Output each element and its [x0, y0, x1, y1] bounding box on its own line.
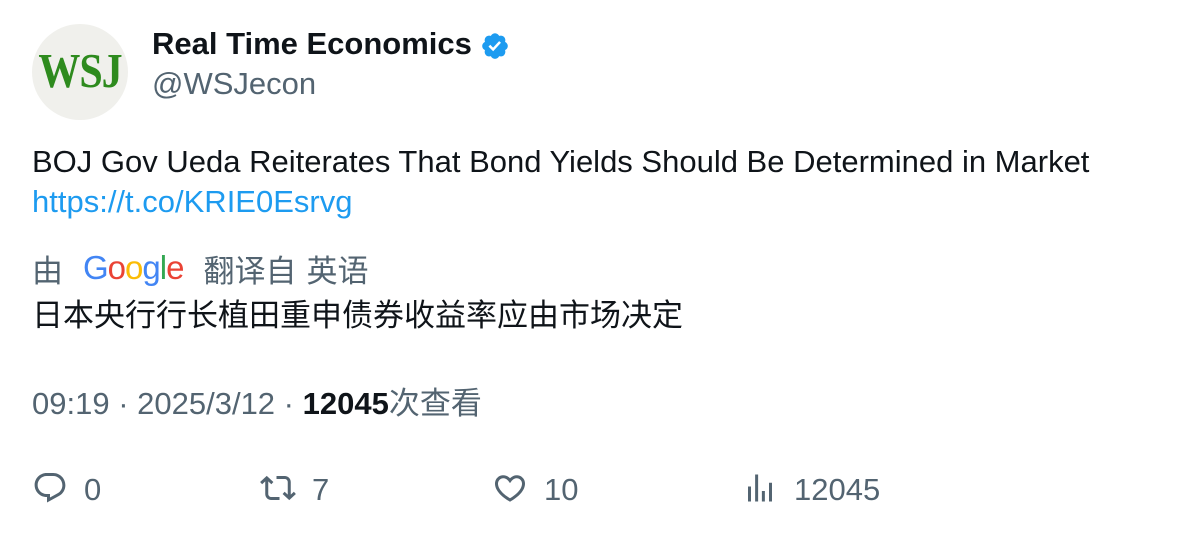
- avatar[interactable]: WSJ: [32, 24, 128, 120]
- google-logo[interactable]: Google: [83, 249, 184, 287]
- author-names: Real Time Economics @WSJecon: [152, 26, 510, 102]
- tweet-text-main: BOJ Gov Ueda Reiterates That Bond Yields…: [32, 144, 1090, 179]
- handle[interactable]: @WSJecon: [152, 66, 510, 102]
- reply-icon: [32, 470, 68, 514]
- retweet-icon: [260, 470, 296, 514]
- meta-separator: ·: [109, 386, 138, 421]
- tweet-link[interactable]: https://t.co/KRIE0Esrvg: [32, 184, 352, 219]
- tweet-time[interactable]: 09:19: [32, 386, 110, 421]
- translated-by-label: 由: [32, 253, 63, 289]
- wsj-logo-text: WSJ: [38, 45, 122, 99]
- like-count: 10: [544, 472, 579, 507]
- retweet-button[interactable]: 7: [260, 470, 329, 514]
- action-bar: 0 7 10 12045: [32, 470, 1132, 514]
- views-chart-icon: [742, 470, 778, 514]
- retweet-count: 7: [312, 472, 330, 507]
- display-name[interactable]: Real Time Economics: [152, 26, 472, 62]
- translated-text: 日本央行行长植田重申债券收益率应由市场决定: [32, 298, 683, 333]
- tweet-text: BOJ Gov Ueda Reiterates That Bond Yields…: [32, 142, 1089, 222]
- meta-separator: ·: [275, 386, 303, 421]
- views-count: 12045: [302, 386, 389, 421]
- source-language[interactable]: 英语: [306, 246, 368, 291]
- reply-count: 0: [84, 472, 102, 507]
- like-button[interactable]: 10: [492, 470, 578, 514]
- tweet-card: WSJ Real Time Economics @WSJecon BOJ Gov…: [0, 0, 1196, 538]
- tweet-date[interactable]: 2025/3/12: [137, 386, 275, 421]
- verified-badge-icon[interactable]: [480, 31, 510, 61]
- translation-attribution: 由 Google 翻译自 英语: [32, 246, 368, 291]
- tweet-meta: 09:19 · 2025/3/12 · 12045次查看: [32, 384, 482, 424]
- reply-button[interactable]: 0: [32, 470, 101, 514]
- heart-icon: [492, 470, 528, 514]
- views-button[interactable]: 12045: [742, 470, 880, 514]
- views-action-count: 12045: [794, 472, 881, 507]
- display-name-row: Real Time Economics: [152, 26, 510, 62]
- views-label: 次查看: [388, 386, 482, 421]
- tweet-header: WSJ Real Time Economics @WSJecon: [32, 24, 510, 120]
- translated-from-label[interactable]: 翻译自: [203, 246, 296, 291]
